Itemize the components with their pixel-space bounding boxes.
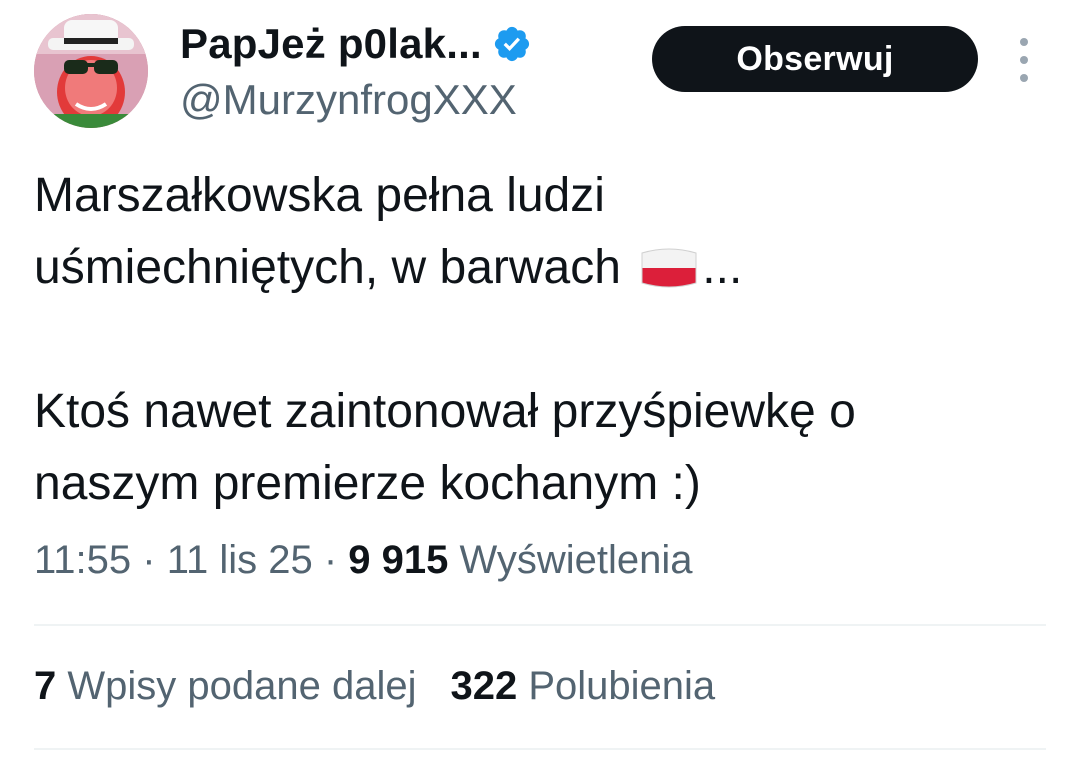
likes-stat[interactable]: 322 Polubienia bbox=[450, 664, 715, 709]
author-names: PapJeż p0lak... @MurzynfrogXXX bbox=[180, 16, 532, 124]
views-label: Wyświetlenia bbox=[459, 538, 693, 582]
meta-separator: · bbox=[131, 538, 167, 582]
likes-label: Polubienia bbox=[528, 664, 716, 708]
divider bbox=[34, 748, 1046, 750]
display-name-row: PapJeż p0lak... bbox=[180, 16, 532, 72]
meta-separator: · bbox=[312, 538, 349, 582]
tweet-line: naszym premierze kochanym :) bbox=[34, 457, 701, 510]
tweet-date[interactable]: 11 lis 25 bbox=[167, 538, 313, 582]
tweet-line-segment: ... bbox=[702, 241, 743, 294]
avatar-image bbox=[34, 14, 148, 128]
tweet-time[interactable]: 11:55 bbox=[34, 538, 131, 582]
tweet-line: Ktoś nawet zaintonował przyśpiewkę o bbox=[34, 385, 856, 438]
more-dot bbox=[1020, 56, 1028, 64]
verified-badge-icon bbox=[492, 24, 532, 64]
follow-button[interactable]: Obserwuj bbox=[652, 26, 978, 92]
display-name[interactable]: PapJeż p0lak... bbox=[180, 20, 482, 68]
divider bbox=[34, 624, 1046, 626]
reposts-label: Wpisy podane dalej bbox=[67, 664, 417, 708]
tweet-line: Marszałkowska pełna ludzi bbox=[34, 169, 605, 222]
views-count: 9 915 bbox=[348, 538, 449, 582]
tweet-header: PapJeż p0lak... @MurzynfrogXXX Obserwuj bbox=[34, 14, 1046, 134]
reposts-count: 7 bbox=[34, 664, 57, 708]
tweet-line-segment: uśmiechniętych, w barwach bbox=[34, 241, 635, 294]
more-vertical-icon[interactable] bbox=[1012, 38, 1036, 82]
tweet-line: uśmiechniętych, w barwach ... bbox=[34, 232, 1044, 304]
more-dot bbox=[1020, 38, 1028, 46]
tweet-stats: 7 Wpisy podane dalej 322 Polubienia bbox=[34, 664, 715, 709]
more-dot bbox=[1020, 74, 1028, 82]
tweet-text: Marszałkowska pełna ludzi uśmiechniętych… bbox=[34, 160, 1044, 520]
poland-flag-icon bbox=[638, 238, 700, 288]
avatar[interactable] bbox=[34, 14, 148, 128]
likes-count: 322 bbox=[450, 664, 518, 708]
tweet-meta: 11:55 · 11 lis 25 · 9 915 Wyświetlenia bbox=[34, 538, 693, 583]
reposts-stat[interactable]: 7 Wpisy podane dalej bbox=[34, 664, 416, 709]
author-handle[interactable]: @MurzynfrogXXX bbox=[180, 76, 532, 124]
